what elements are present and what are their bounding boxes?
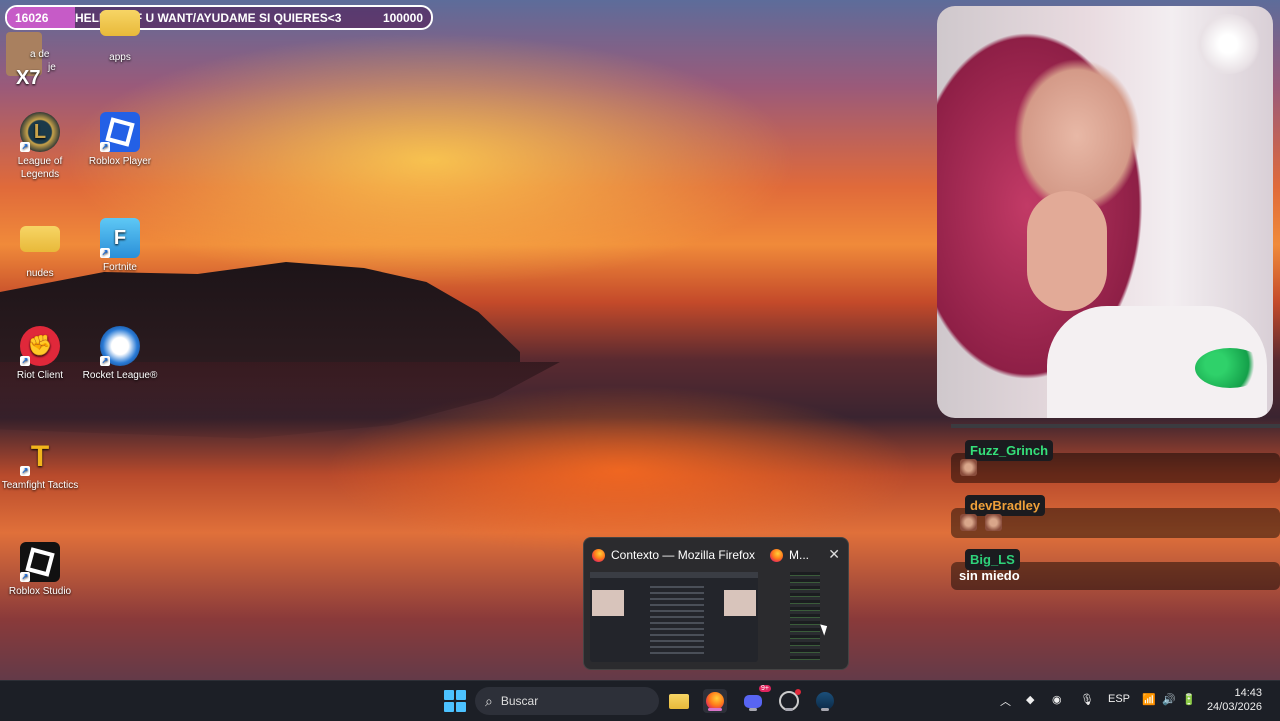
desktop-icon-label: apps	[109, 52, 131, 63]
desktop-icon-roblox-player[interactable]: ↗ Roblox Player	[81, 112, 159, 168]
preview-title-1: Contexto — Mozilla Firefox	[611, 548, 756, 562]
chat-username: Big_LS	[965, 549, 1020, 570]
goal-current: 16026	[15, 10, 49, 25]
chevron-up-icon[interactable]: ︿	[1000, 693, 1011, 709]
flower-decoration	[1193, 14, 1263, 74]
shortcut-arrow-icon: ↗	[20, 572, 30, 582]
thumbnail-image	[592, 590, 624, 616]
taskbar-search[interactable]: ⌕ Buscar	[475, 687, 659, 715]
volume-icon[interactable]: 🔊	[1162, 693, 1176, 706]
x7-overlay: X7	[16, 67, 41, 89]
emote-icon	[960, 459, 977, 476]
firefox-taskbar-preview[interactable]: Contexto — Mozilla Firefox M... ✕	[583, 537, 849, 670]
chat-text: sin miedo	[959, 568, 1020, 583]
steam-icon[interactable]	[813, 689, 837, 713]
emote-icon	[985, 514, 1002, 531]
desktop-icon-label: nudes	[26, 268, 54, 279]
desktop-icon-fortnite[interactable]: F ↗ Fortnite	[81, 218, 159, 274]
chat-message: Fuzz_Grinch	[951, 440, 1280, 483]
app-icon-clock[interactable]	[777, 689, 801, 713]
desktop-icon-riot-client[interactable]: ✊ ↗ Riot Client	[1, 326, 79, 382]
folder-icon	[100, 10, 140, 36]
desktop-icon-teamfight-tactics[interactable]: T ↗ Teamfight Tactics	[1, 436, 79, 492]
clock-time: 14:43	[1234, 687, 1262, 699]
battery-icon[interactable]: 🔋	[1182, 693, 1196, 706]
discord-tray-icon[interactable]: ◉	[1052, 693, 1062, 706]
chat-message: devBradley	[951, 495, 1280, 538]
league-of-legends-icon: L ↗	[20, 112, 60, 152]
shortcut-arrow-icon: ↗	[100, 142, 110, 152]
green-emote-icon	[1195, 348, 1265, 388]
desktop-icon-label: League of Legends	[17, 156, 63, 180]
emote-icon	[960, 514, 977, 531]
partial-icon-label-1: a de	[30, 49, 50, 60]
desktop-icon-nudes[interactable]: nudes	[1, 222, 79, 280]
shortcut-arrow-icon: ↗	[20, 356, 30, 366]
partial-icon-label-2: je	[48, 62, 56, 73]
preview-thumbnail-1[interactable]	[590, 572, 758, 662]
goal-target: 100000	[382, 10, 423, 25]
webcam-overlay	[937, 6, 1273, 418]
desktop-icon-rocket-league[interactable]: ↗ Rocket League®	[81, 326, 159, 382]
riot-client-icon: ✊ ↗	[20, 326, 60, 366]
preview-thumbnail-2[interactable]	[790, 572, 820, 662]
thumbnail-image	[724, 590, 756, 616]
desktop-icon-label: Teamfight Tactics	[1, 480, 79, 491]
chat-username: Fuzz_Grinch	[965, 440, 1054, 461]
preview-title-2: M...	[789, 548, 809, 562]
fortnite-icon: F ↗	[100, 218, 140, 258]
taskbar: ⌕ Buscar 9+ ︿ ◆ ◉ 🎙 ESP 📶 🔊 🔋 14:43 24/0…	[0, 680, 1280, 721]
close-icon[interactable]: ✕	[828, 546, 840, 563]
preview-tab-1[interactable]: Contexto — Mozilla Firefox	[592, 548, 755, 562]
search-icon: ⌕	[485, 692, 493, 709]
search-placeholder: Buscar	[500, 694, 539, 708]
taskbar-clock[interactable]: 14:43 24/03/2026	[1207, 686, 1262, 714]
firefox-icon	[770, 548, 783, 562]
shortcut-arrow-icon: ↗	[20, 142, 30, 152]
discord-icon[interactable]: 9+	[741, 685, 771, 713]
chat-message: Big_LS sin miedo	[951, 549, 1280, 590]
desktop-icon-roblox-studio[interactable]: ↗ Roblox Studio	[1, 542, 79, 598]
desktop-icon-label: Riot Client	[16, 370, 64, 381]
chat-emotes	[960, 514, 1002, 531]
clock-date: 24/03/2026	[1206, 701, 1262, 713]
desktop-icon-label: Roblox Player	[88, 156, 152, 167]
preview-tab-2[interactable]: M...	[770, 548, 809, 562]
donation-goal-bar: 16026 HELP ME IF U WANT/AYUDAME SI QUIER…	[5, 5, 433, 30]
thumbnail-text-lines	[650, 586, 704, 656]
shortcut-arrow-icon: ↗	[100, 356, 110, 366]
shortcut-arrow-icon: ↗	[20, 466, 30, 476]
desktop-icon-label: Fortnite	[103, 262, 137, 273]
windows-start-icon[interactable]	[444, 690, 466, 712]
shortcut-arrow-icon: ↗	[100, 248, 110, 258]
chat-username: devBradley	[965, 495, 1046, 516]
chat-emotes	[960, 459, 977, 476]
file-explorer-icon[interactable]	[667, 689, 691, 713]
desktop-icon-label: Roblox Studio	[8, 586, 72, 597]
chat-divider	[951, 424, 1280, 428]
streamer-hand	[1027, 191, 1107, 311]
microphone-icon[interactable]: 🎙	[1080, 693, 1094, 706]
taskbar-firefox[interactable]	[703, 689, 727, 713]
roblox-studio-icon: ↗	[20, 542, 60, 582]
desktop-icon-label: Rocket League®	[82, 370, 158, 381]
desktop-icon-apps[interactable]: apps	[81, 10, 159, 64]
steam-tray-icon[interactable]: ◆	[1026, 693, 1034, 706]
folder-icon	[20, 226, 60, 252]
teamfight-tactics-icon: T ↗	[20, 439, 50, 476]
firefox-icon	[592, 548, 605, 562]
discord-badge: 9+	[759, 685, 771, 692]
rocket-league-icon: ↗	[100, 326, 140, 366]
desktop-icon-league-of-legends[interactable]: L ↗ League of Legends	[1, 112, 79, 181]
wifi-icon[interactable]: 📶	[1142, 693, 1156, 706]
roblox-icon: ↗	[100, 112, 140, 152]
language-indicator[interactable]: ESP	[1108, 693, 1130, 705]
